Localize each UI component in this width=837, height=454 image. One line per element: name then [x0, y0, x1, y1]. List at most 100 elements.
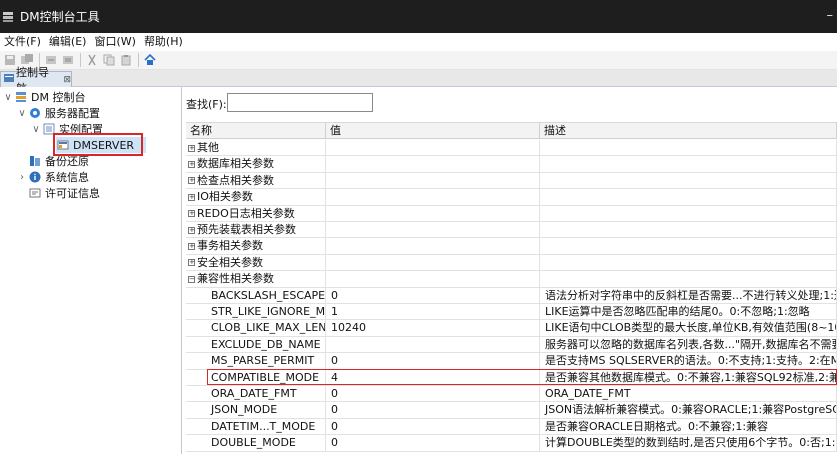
param-value-cell[interactable]: 4 — [326, 369, 540, 386]
dmserver-highlight-box — [53, 133, 143, 156]
toolbar — [0, 51, 837, 70]
expand-toggle-icon[interactable]: − — [188, 275, 195, 283]
expand-toggle-icon[interactable]: + — [188, 177, 195, 185]
param-value-cell[interactable]: 0 — [326, 435, 540, 452]
expand-toggle-icon[interactable]: + — [188, 242, 195, 250]
search-input[interactable] — [227, 93, 373, 112]
parameter-row[interactable]: BACKSLASH_ESCAPE 0 语法分析对字符串中的反斜杠是否需要...不进行… — [186, 287, 837, 304]
info-icon — [28, 170, 42, 184]
group-name-cell: + 数据库相关参数 — [186, 156, 326, 173]
column-header-description[interactable]: 描述 — [540, 123, 837, 139]
close-tab-icon[interactable]: ⊠ — [63, 75, 71, 85]
minimize-button[interactable]: – — [827, 8, 834, 23]
parameter-row[interactable]: STR_LIKE_IGNORE_MA 1 LIKE运算中是否忽略匹配串的结尾0。0:… — [186, 304, 837, 321]
parameter-row[interactable]: JSON_MODE 0 JSON语法解析兼容模式。0:兼容ORACLE;1:兼容Po… — [186, 402, 837, 419]
group-label: 检查点相关参数 — [197, 173, 274, 187]
tree-node-dm-console[interactable]: ∨ DM 控制台 — [2, 89, 85, 105]
copy-icon[interactable] — [101, 52, 117, 68]
parameter-row[interactable]: DATETIM...T_MODE 0 是否兼容ORACLE日期格式。0:不兼容;1:… — [186, 418, 837, 436]
group-row[interactable]: + 检查点相关参数 — [186, 172, 837, 190]
param-name-cell: COMPATIBLE_MODE — [186, 369, 326, 386]
group-label: 其他 — [197, 141, 219, 154]
group-value-cell — [326, 172, 540, 190]
group-label: 数据库相关参数 — [197, 157, 274, 171]
search-label: 查找(F): — [186, 98, 227, 111]
param-value-cell[interactable]: 1 — [326, 304, 540, 321]
column-header-name[interactable]: 名称 — [186, 123, 326, 139]
cut-icon[interactable] — [84, 52, 100, 68]
expand-toggle-icon[interactable]: + — [188, 144, 195, 152]
parameter-row[interactable]: COMPATIBLE_MODE 4 是否兼容其他数据库模式。0:不兼容,1:兼容SQ… — [186, 369, 837, 386]
group-value-cell — [326, 222, 540, 239]
menu-file[interactable]: 文件(F) — [0, 33, 45, 51]
group-desc-cell — [540, 140, 837, 157]
tree-node-license-info[interactable]: 许可证信息 — [28, 185, 100, 201]
dm-console-icon — [14, 90, 28, 104]
group-name-cell: + 其他 — [186, 140, 326, 157]
tree-node-system-info[interactable]: › 系统信息 — [16, 169, 89, 185]
tree-label: 系统信息 — [45, 171, 89, 184]
menu-edit[interactable]: 编辑(E) — [45, 33, 91, 51]
group-name-cell: + REDO日志相关参数 — [186, 205, 326, 222]
group-desc-cell — [540, 222, 837, 239]
menu-help[interactable]: 帮助(H) — [140, 33, 187, 51]
group-desc-cell — [540, 238, 837, 255]
tree-node-server-config[interactable]: ∨ 服务器配置 — [16, 105, 100, 121]
home-icon[interactable] — [142, 52, 158, 68]
group-desc-cell — [540, 271, 837, 288]
expand-toggle[interactable]: ∨ — [16, 108, 28, 119]
parameter-row[interactable]: DOUBLE_MODE 0 计算DOUBLE类型的数到结时,是否只使用6个字节。0:… — [186, 435, 837, 452]
param-desc-cell: 是否支持MS SQLSERVER的语法。0:不支持;1:支持。2:在MS — [540, 353, 837, 370]
param-value-cell[interactable] — [326, 336, 540, 354]
menu-window[interactable]: 窗口(W) — [90, 33, 139, 51]
group-row[interactable]: − 兼容性相关参数 — [186, 271, 837, 288]
group-row[interactable]: + IO相关参数 — [186, 189, 837, 206]
group-name-cell: + 事务相关参数 — [186, 238, 326, 255]
group-value-cell — [326, 156, 540, 173]
parameter-table: 名称 值 描述 + 其他 + 数据库相关参数 + 检查点相关参数 + IO相关参数 + REDO日… — [186, 122, 837, 454]
group-row[interactable]: + 其他 — [186, 140, 837, 157]
parameter-row[interactable]: MS_PARSE_PERMIT 0 是否支持MS SQLSERVER的语法。0:不支… — [186, 353, 837, 370]
group-row[interactable]: + REDO日志相关参数 — [186, 205, 837, 222]
expand-toggle-icon[interactable]: + — [188, 226, 195, 234]
param-value-cell[interactable]: 10240 — [326, 320, 540, 337]
param-name-cell: EXCLUDE_DB_NAME — [186, 336, 326, 354]
group-name-cell: − 兼容性相关参数 — [186, 271, 326, 288]
paste-icon[interactable] — [118, 52, 134, 68]
param-name-cell: CLOB_LIKE_MAX_LEN — [186, 320, 326, 337]
menu-bar: 文件(F) 编辑(E) 窗口(W) 帮助(H) — [0, 33, 837, 51]
window-title: DM控制台工具 — [20, 10, 100, 24]
param-value-cell[interactable]: 0 — [326, 287, 540, 304]
param-name-cell: BACKSLASH_ESCAPE — [186, 287, 326, 304]
param-value-cell[interactable]: 0 — [326, 386, 540, 403]
expand-toggle-icon[interactable]: + — [188, 210, 195, 218]
group-name-cell: + 安全相关参数 — [186, 254, 326, 272]
expand-toggle-icon[interactable]: + — [188, 259, 195, 267]
param-value-cell[interactable]: 0 — [326, 418, 540, 436]
group-row[interactable]: + 安全相关参数 — [186, 254, 837, 272]
tab-control-navigation[interactable]: 控制导航 ⊠ — [0, 66, 72, 95]
parameter-row[interactable]: EXCLUDE_DB_NAME 服务器可以忽略的数据库名列表,各数..."隔开,数… — [186, 336, 837, 354]
group-desc-cell — [540, 156, 837, 173]
expand-toggle-icon[interactable]: + — [188, 160, 195, 168]
forward-icon[interactable] — [60, 52, 76, 68]
param-name-cell: JSON_MODE — [186, 402, 326, 419]
group-label: 预先装载表相关参数 — [197, 223, 296, 236]
expand-toggle[interactable]: ∨ — [2, 92, 14, 103]
column-header-value[interactable]: 值 — [326, 123, 540, 139]
title-bar: DM控制台工具 – — [0, 0, 837, 33]
parameter-row[interactable]: CLOB_LIKE_MAX_LEN 10240 LIKE语句中CLOB类型的最大长度… — [186, 320, 837, 337]
expand-toggle[interactable]: ∨ — [30, 124, 42, 135]
group-row[interactable]: + 预先装载表相关参数 — [186, 222, 837, 239]
parameter-row[interactable]: ORA_DATE_FMT 0 ORA_DATE_FMT — [186, 386, 837, 403]
group-value-cell — [326, 238, 540, 255]
expand-toggle[interactable]: › — [16, 172, 28, 183]
param-value-cell[interactable]: 0 — [326, 402, 540, 419]
group-row[interactable]: + 数据库相关参数 — [186, 156, 837, 173]
expand-toggle-icon[interactable]: + — [188, 193, 195, 201]
group-row[interactable]: + 事务相关参数 — [186, 238, 837, 255]
group-label: 安全相关参数 — [197, 255, 263, 269]
param-desc-cell: LIKE语句中CLOB类型的最大长度,单位KB,有效值范围(8~102 — [540, 320, 837, 337]
param-value-cell[interactable]: 0 — [326, 353, 540, 370]
toolbar-separator — [80, 53, 81, 67]
